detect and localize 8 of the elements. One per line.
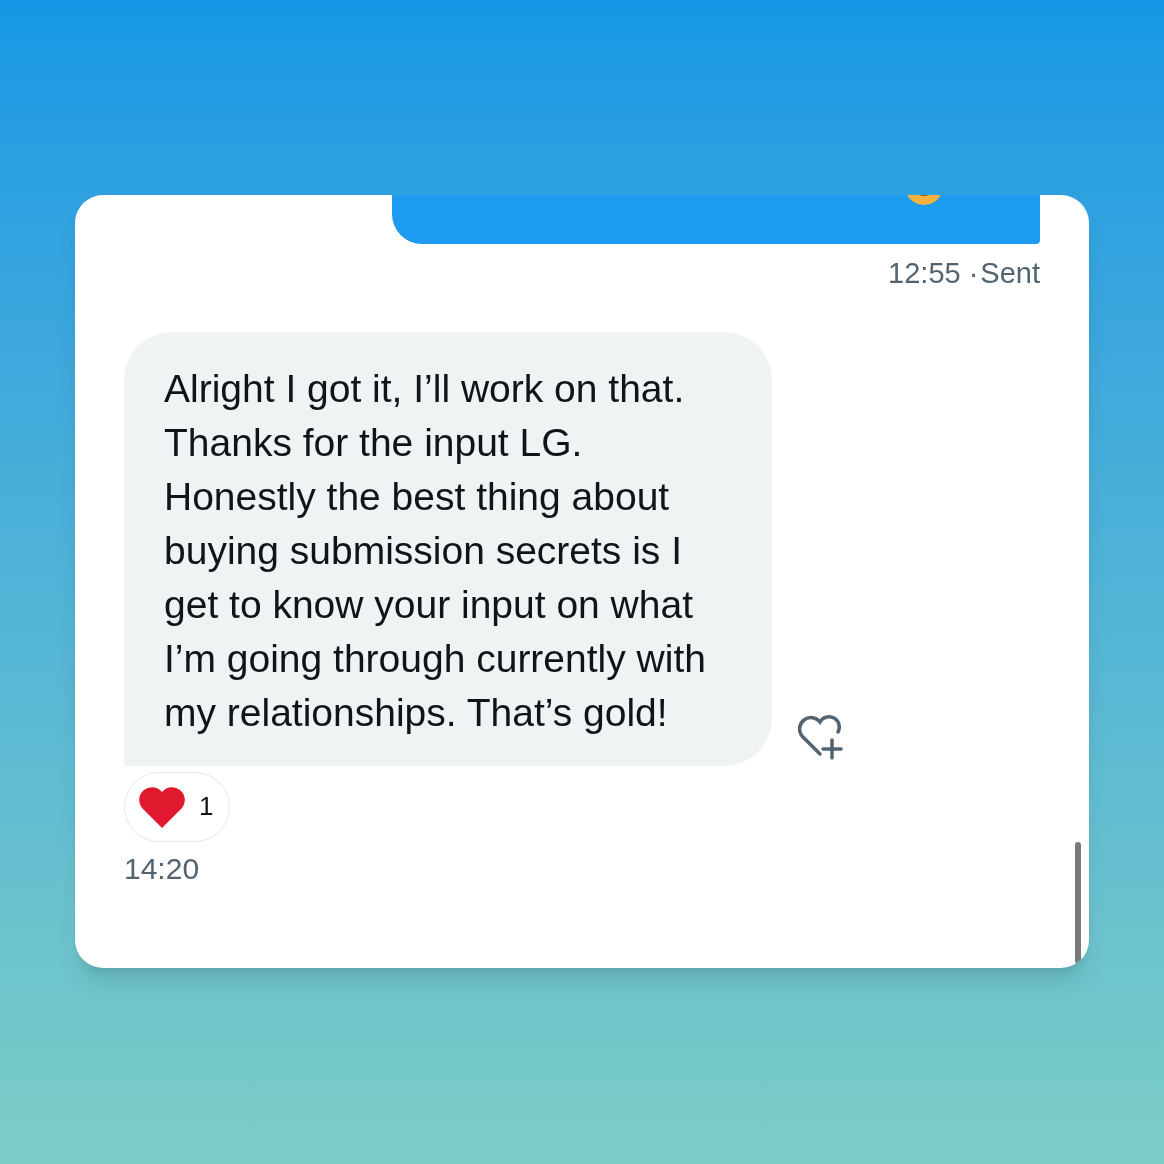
- message-status: Sent: [980, 256, 1040, 291]
- message-time: 12:55: [888, 256, 961, 291]
- reaction-pill[interactable]: 1: [124, 771, 231, 842]
- message-time: 14:20: [124, 850, 200, 887]
- scrollbar[interactable]: [1075, 842, 1081, 964]
- reaction-count: 1: [199, 790, 214, 823]
- separator-dot: ·: [968, 256, 979, 291]
- message-text: Alright I got it, I’ll work on that. Thanks for the input LG. Honestly the best thing about buying submission secrets is I get to know your input on what I’m going through currently with my relationships. That’s gold!: [164, 365, 707, 736]
